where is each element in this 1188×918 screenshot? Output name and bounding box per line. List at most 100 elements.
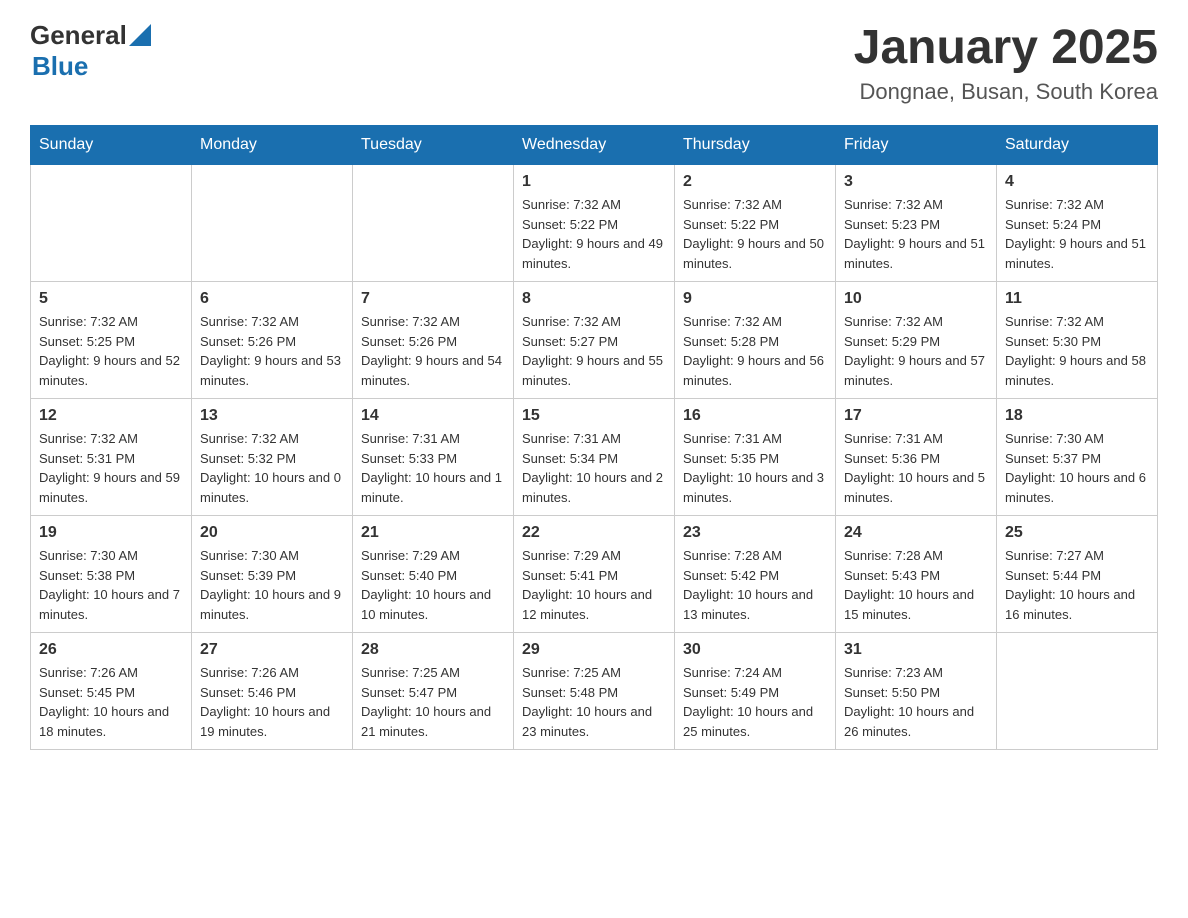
day-info: Sunrise: 7:30 AMSunset: 5:38 PMDaylight:… (39, 546, 183, 624)
day-number: 24 (844, 524, 988, 542)
day-info: Sunrise: 7:27 AMSunset: 5:44 PMDaylight:… (1005, 546, 1149, 624)
logo-general-text: General (30, 20, 127, 51)
day-number: 15 (522, 407, 666, 425)
day-info: Sunrise: 7:26 AMSunset: 5:46 PMDaylight:… (200, 663, 344, 741)
day-info: Sunrise: 7:30 AMSunset: 5:37 PMDaylight:… (1005, 429, 1149, 507)
day-info: Sunrise: 7:30 AMSunset: 5:39 PMDaylight:… (200, 546, 344, 624)
day-info: Sunrise: 7:31 AMSunset: 5:36 PMDaylight:… (844, 429, 988, 507)
day-number: 11 (1005, 290, 1149, 308)
day-info: Sunrise: 7:32 AMSunset: 5:28 PMDaylight:… (683, 312, 827, 390)
day-info: Sunrise: 7:25 AMSunset: 5:47 PMDaylight:… (361, 663, 505, 741)
day-info: Sunrise: 7:32 AMSunset: 5:23 PMDaylight:… (844, 195, 988, 273)
day-info: Sunrise: 7:32 AMSunset: 5:32 PMDaylight:… (200, 429, 344, 507)
logo: General Blue (30, 20, 151, 82)
day-number: 2 (683, 173, 827, 191)
day-number: 6 (200, 290, 344, 308)
calendar-cell: 15Sunrise: 7:31 AMSunset: 5:34 PMDayligh… (514, 399, 675, 516)
calendar-cell: 25Sunrise: 7:27 AMSunset: 5:44 PMDayligh… (997, 516, 1158, 633)
day-info: Sunrise: 7:29 AMSunset: 5:41 PMDaylight:… (522, 546, 666, 624)
day-number: 17 (844, 407, 988, 425)
calendar-cell: 3 Sunrise: 7:32 AMSunset: 5:23 PMDaylight… (836, 165, 997, 282)
calendar-week-4: 19Sunrise: 7:30 AMSunset: 5:38 PMDayligh… (31, 516, 1158, 633)
day-number: 3 (844, 173, 988, 191)
calendar-cell: 2 Sunrise: 7:32 AMSunset: 5:22 PMDaylight… (675, 165, 836, 282)
calendar-cell: 14Sunrise: 7:31 AMSunset: 5:33 PMDayligh… (353, 399, 514, 516)
logo-line1: General (30, 20, 151, 51)
day-number: 7 (361, 290, 505, 308)
calendar-cell: 30 Sunrise: 7:24 AMSunset: 5:49 PMDayligh… (675, 633, 836, 750)
calendar-cell: 23 Sunrise: 7:28 AMSunset: 5:42 PMDayligh… (675, 516, 836, 633)
day-info: Sunrise: 7:24 AMSunset: 5:49 PMDaylight:… (683, 663, 827, 741)
day-number: 26 (39, 641, 183, 659)
calendar-cell: 20 Sunrise: 7:30 AMSunset: 5:39 PMDayligh… (192, 516, 353, 633)
day-info: Sunrise: 7:31 AMSunset: 5:35 PMDaylight:… (683, 429, 827, 507)
day-number: 27 (200, 641, 344, 659)
day-number: 31 (844, 641, 988, 659)
day-info: Sunrise: 7:32 AMSunset: 5:30 PMDaylight:… (1005, 312, 1149, 390)
calendar-week-2: 5Sunrise: 7:32 AMSunset: 5:25 PMDaylight… (31, 282, 1158, 399)
day-number: 13 (200, 407, 344, 425)
calendar-cell: 1 Sunrise: 7:32 AMSunset: 5:22 PMDaylight… (514, 165, 675, 282)
day-number: 16 (683, 407, 827, 425)
calendar-cell (353, 165, 514, 282)
calendar-cell: 8 Sunrise: 7:32 AMSunset: 5:27 PMDaylight… (514, 282, 675, 399)
day-info: Sunrise: 7:32 AMSunset: 5:26 PMDaylight:… (361, 312, 505, 390)
day-info: Sunrise: 7:32 AMSunset: 5:22 PMDaylight:… (683, 195, 827, 273)
day-number: 12 (39, 407, 183, 425)
day-number: 18 (1005, 407, 1149, 425)
weekday-header-wednesday: Wednesday (514, 126, 675, 165)
logo-wrapper: General Blue (30, 20, 151, 82)
day-number: 8 (522, 290, 666, 308)
day-number: 29 (522, 641, 666, 659)
day-info: Sunrise: 7:32 AMSunset: 5:24 PMDaylight:… (1005, 195, 1149, 273)
calendar-cell: 28 Sunrise: 7:25 AMSunset: 5:47 PMDayligh… (353, 633, 514, 750)
calendar-cell: 21Sunrise: 7:29 AMSunset: 5:40 PMDayligh… (353, 516, 514, 633)
page-header: General Blue January 2025 Dongnae, Busan… (30, 20, 1158, 105)
calendar-title: January 2025 (854, 20, 1158, 75)
day-number: 20 (200, 524, 344, 542)
calendar-cell: 18 Sunrise: 7:30 AMSunset: 5:37 PMDayligh… (997, 399, 1158, 516)
day-number: 10 (844, 290, 988, 308)
day-info: Sunrise: 7:32 AMSunset: 5:27 PMDaylight:… (522, 312, 666, 390)
calendar-cell: 24 Sunrise: 7:28 AMSunset: 5:43 PMDayligh… (836, 516, 997, 633)
day-number: 22 (522, 524, 666, 542)
day-number: 4 (1005, 173, 1149, 191)
day-info: Sunrise: 7:29 AMSunset: 5:40 PMDaylight:… (361, 546, 505, 624)
weekday-header-sunday: Sunday (31, 126, 192, 165)
calendar-cell: 19Sunrise: 7:30 AMSunset: 5:38 PMDayligh… (31, 516, 192, 633)
weekday-header-friday: Friday (836, 126, 997, 165)
day-info: Sunrise: 7:32 AMSunset: 5:25 PMDaylight:… (39, 312, 183, 390)
day-number: 23 (683, 524, 827, 542)
calendar-cell (997, 633, 1158, 750)
calendar-week-5: 26Sunrise: 7:26 AMSunset: 5:45 PMDayligh… (31, 633, 1158, 750)
day-info: Sunrise: 7:28 AMSunset: 5:42 PMDaylight:… (683, 546, 827, 624)
calendar-cell: 22 Sunrise: 7:29 AMSunset: 5:41 PMDayligh… (514, 516, 675, 633)
calendar-cell: 10 Sunrise: 7:32 AMSunset: 5:29 PMDayligh… (836, 282, 997, 399)
logo-blue-text: Blue (32, 51, 88, 82)
day-number: 30 (683, 641, 827, 659)
calendar-cell: 12 Sunrise: 7:32 AMSunset: 5:31 PMDayligh… (31, 399, 192, 516)
calendar-cell: 27 Sunrise: 7:26 AMSunset: 5:46 PMDayligh… (192, 633, 353, 750)
day-number: 1 (522, 173, 666, 191)
day-info: Sunrise: 7:32 AMSunset: 5:29 PMDaylight:… (844, 312, 988, 390)
day-number: 9 (683, 290, 827, 308)
day-info: Sunrise: 7:32 AMSunset: 5:31 PMDaylight:… (39, 429, 183, 507)
day-number: 28 (361, 641, 505, 659)
day-info: Sunrise: 7:32 AMSunset: 5:26 PMDaylight:… (200, 312, 344, 390)
calendar-cell: 29Sunrise: 7:25 AMSunset: 5:48 PMDayligh… (514, 633, 675, 750)
calendar-cell: 26Sunrise: 7:26 AMSunset: 5:45 PMDayligh… (31, 633, 192, 750)
weekday-header-thursday: Thursday (675, 126, 836, 165)
logo-triangle-icon (129, 24, 151, 46)
day-info: Sunrise: 7:28 AMSunset: 5:43 PMDaylight:… (844, 546, 988, 624)
logo-line2: Blue (32, 51, 151, 82)
calendar-cell: 17 Sunrise: 7:31 AMSunset: 5:36 PMDayligh… (836, 399, 997, 516)
calendar-cell: 31 Sunrise: 7:23 AMSunset: 5:50 PMDayligh… (836, 633, 997, 750)
weekday-header-tuesday: Tuesday (353, 126, 514, 165)
day-info: Sunrise: 7:32 AMSunset: 5:22 PMDaylight:… (522, 195, 666, 273)
calendar-cell: 11 Sunrise: 7:32 AMSunset: 5:30 PMDayligh… (997, 282, 1158, 399)
day-info: Sunrise: 7:23 AMSunset: 5:50 PMDaylight:… (844, 663, 988, 741)
calendar-header-row: SundayMondayTuesdayWednesdayThursdayFrid… (31, 126, 1158, 165)
calendar-table: SundayMondayTuesdayWednesdayThursdayFrid… (30, 125, 1158, 750)
title-section: January 2025 Dongnae, Busan, South Korea (854, 20, 1158, 105)
calendar-cell: 4 Sunrise: 7:32 AMSunset: 5:24 PMDaylight… (997, 165, 1158, 282)
